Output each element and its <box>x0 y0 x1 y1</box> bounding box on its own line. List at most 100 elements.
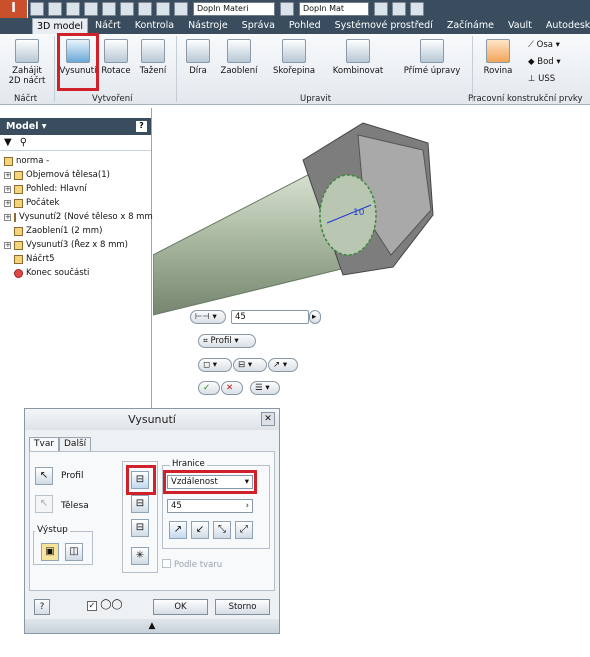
viewport-distance-input[interactable]: 45 <box>231 310 309 324</box>
fillet-button[interactable]: Zaoblení <box>218 39 260 76</box>
expand-icon[interactable]: + <box>4 241 11 249</box>
output-surface-icon[interactable]: ◫ <box>65 543 83 561</box>
combine-label: Kombinovat <box>332 66 384 76</box>
preview-checkbox[interactable]: ✓ <box>87 601 97 611</box>
sweep-label: Tažení <box>139 66 167 76</box>
tab-environments[interactable]: Systémové prostředí <box>328 18 440 34</box>
expand-icon[interactable]: + <box>4 199 11 207</box>
save-icon[interactable] <box>66 2 80 16</box>
axis-button[interactable]: ⟋ Osa ▾ <box>528 40 560 50</box>
intersect-icon[interactable]: ⊟ <box>131 519 149 537</box>
operation-dropdown[interactable]: ⊟ ▾ <box>233 358 267 372</box>
sweep-button[interactable]: Tažení <box>136 39 170 76</box>
group-work-features-label[interactable]: Pracovní konstrukční prvky <box>468 94 583 104</box>
distance-input[interactable]: 45 › <box>167 499 253 513</box>
open-icon[interactable] <box>48 2 62 16</box>
direction-1-icon[interactable]: ↗ <box>169 521 187 539</box>
tab-more[interactable]: Další <box>59 437 92 451</box>
filter-icon[interactable]: ▼ <box>4 137 12 148</box>
expand-dialog-button[interactable]: ▲ <box>25 619 279 633</box>
tree-item[interactable]: + Počátek <box>4 196 151 210</box>
tab-manage[interactable]: Správa <box>235 18 282 34</box>
tree-item[interactable]: + Objemová tělesa(1) <box>4 168 151 182</box>
help-icon[interactable]: ? <box>136 121 147 132</box>
ok-button[interactable]: OK <box>153 599 208 615</box>
group-modify-label[interactable]: Upravit <box>300 94 331 104</box>
point-label: Bod <box>537 57 554 67</box>
hole-label: Díra <box>189 66 207 76</box>
distance-arrow-icon[interactable]: › <box>246 500 249 512</box>
options-menu-icon[interactable]: ☰ ▾ <box>250 381 280 395</box>
redo-icon[interactable] <box>102 2 116 16</box>
distance-type-dropdown[interactable]: ⊢⊣ ▾ <box>190 310 226 324</box>
find-icon[interactable]: ⚲ <box>20 137 27 148</box>
tree-item[interactable]: + Pohled: Hlavní <box>4 182 151 196</box>
profile-select-button[interactable]: ⌗ Profil ▾ <box>198 334 256 348</box>
close-icon[interactable]: ✕ <box>261 412 275 426</box>
tab-inspect[interactable]: Kontrola <box>128 18 181 34</box>
tab-sketch[interactable]: Náčrt <box>88 18 128 34</box>
tab-autodesk-360[interactable]: Autodesk 360 <box>539 18 590 34</box>
extrude-feature-icon <box>14 212 16 222</box>
tab-vault[interactable]: Vault <box>501 18 539 34</box>
direction-2-icon[interactable]: ↙ <box>191 521 209 539</box>
expand-icon[interactable]: + <box>4 171 11 179</box>
hole-button[interactable]: Díra <box>184 39 212 76</box>
browser-header[interactable]: Model ▾ ? <box>0 118 151 135</box>
combine-button[interactable]: Kombinovat <box>330 39 386 76</box>
point-button[interactable]: ◆ Bod ▾ <box>528 57 561 67</box>
cut-icon[interactable]: ⊟ <box>131 495 149 513</box>
ok-check-icon[interactable]: ✓ <box>198 381 220 395</box>
direct-edit-button[interactable]: Přímé úpravy <box>400 39 464 76</box>
select-icon[interactable] <box>138 2 152 16</box>
cancel-x-icon[interactable]: ✕ <box>221 381 243 395</box>
group-sketch-label[interactable]: Náčrt <box>14 94 37 104</box>
tree-item[interactable]: Zaoblení1 (2 mm) <box>4 224 151 238</box>
update-icon[interactable] <box>156 2 170 16</box>
help-button[interactable]: ? <box>34 599 50 615</box>
ucs-button[interactable]: ⊥ USS <box>528 74 555 84</box>
appearance-combo[interactable]: DopIn Mat <box>299 2 369 16</box>
shell-button[interactable]: Skořepina <box>270 39 318 76</box>
app-logo[interactable]: I <box>0 0 28 18</box>
new-icon[interactable] <box>30 2 44 16</box>
direction-dropdown[interactable]: ↗ ▾ <box>268 358 298 372</box>
expand-icon[interactable]: + <box>4 185 11 193</box>
tree-item[interactable]: Konec součásti <box>4 266 151 280</box>
new-solid-icon[interactable]: ✳ <box>131 547 149 565</box>
revolve-label: Rotace <box>101 66 131 76</box>
start-2d-sketch-button[interactable]: Zahájit 2D náčrt <box>6 39 48 86</box>
material-combo[interactable]: DopIn Materi <box>193 2 275 16</box>
tab-shape[interactable]: Tvar <box>29 437 60 451</box>
tree-item[interactable]: norma - <box>4 154 151 168</box>
asymmetric-icon[interactable]: ⤢ <box>235 521 253 539</box>
distance-arrow-button[interactable]: ▸ <box>309 310 321 324</box>
tree-item[interactable]: + Vysunutí3 (Řez x 8 mm) <box>4 238 151 252</box>
profile-selector-icon[interactable]: ↖ <box>35 467 53 485</box>
measure-icon[interactable] <box>410 2 424 16</box>
tree-item[interactable]: Náčrt5 <box>4 252 151 266</box>
tree-item[interactable]: + Vysunutí2 (Nové těleso x 8 mm <box>4 210 153 224</box>
tab-3d-model[interactable]: 3D model <box>32 18 88 34</box>
shell-label: Skořepina <box>272 66 316 76</box>
join-highlight <box>126 465 156 495</box>
clear-appearance-icon[interactable] <box>374 2 388 16</box>
revolve-button[interactable]: Rotace <box>99 39 133 76</box>
home-icon[interactable] <box>120 2 134 16</box>
tab-get-started[interactable]: Začínáme <box>440 18 501 34</box>
expand-icon[interactable]: + <box>4 213 11 221</box>
group-create-label[interactable]: Vytvoření <box>92 94 132 104</box>
symmetric-icon[interactable]: ⤡ <box>213 521 231 539</box>
parameters-icon[interactable] <box>392 2 406 16</box>
output-type-dropdown[interactable]: ◻ ▾ <box>198 358 232 372</box>
undo-icon[interactable] <box>84 2 98 16</box>
revolve-icon <box>104 39 128 63</box>
output-solid-icon[interactable]: ▣ <box>41 543 59 561</box>
plane-button[interactable]: Rovina <box>478 39 518 76</box>
tab-tools[interactable]: Nástroje <box>181 18 235 34</box>
solids-selector-icon[interactable]: ↖ <box>35 495 53 513</box>
tab-view[interactable]: Pohled <box>282 18 328 34</box>
cancel-button[interactable]: Storno <box>215 599 270 615</box>
preview-toggle[interactable]: ✓ ◯◯ <box>87 599 123 611</box>
match-shape-checkbox[interactable]: Podle tvaru <box>162 559 222 570</box>
